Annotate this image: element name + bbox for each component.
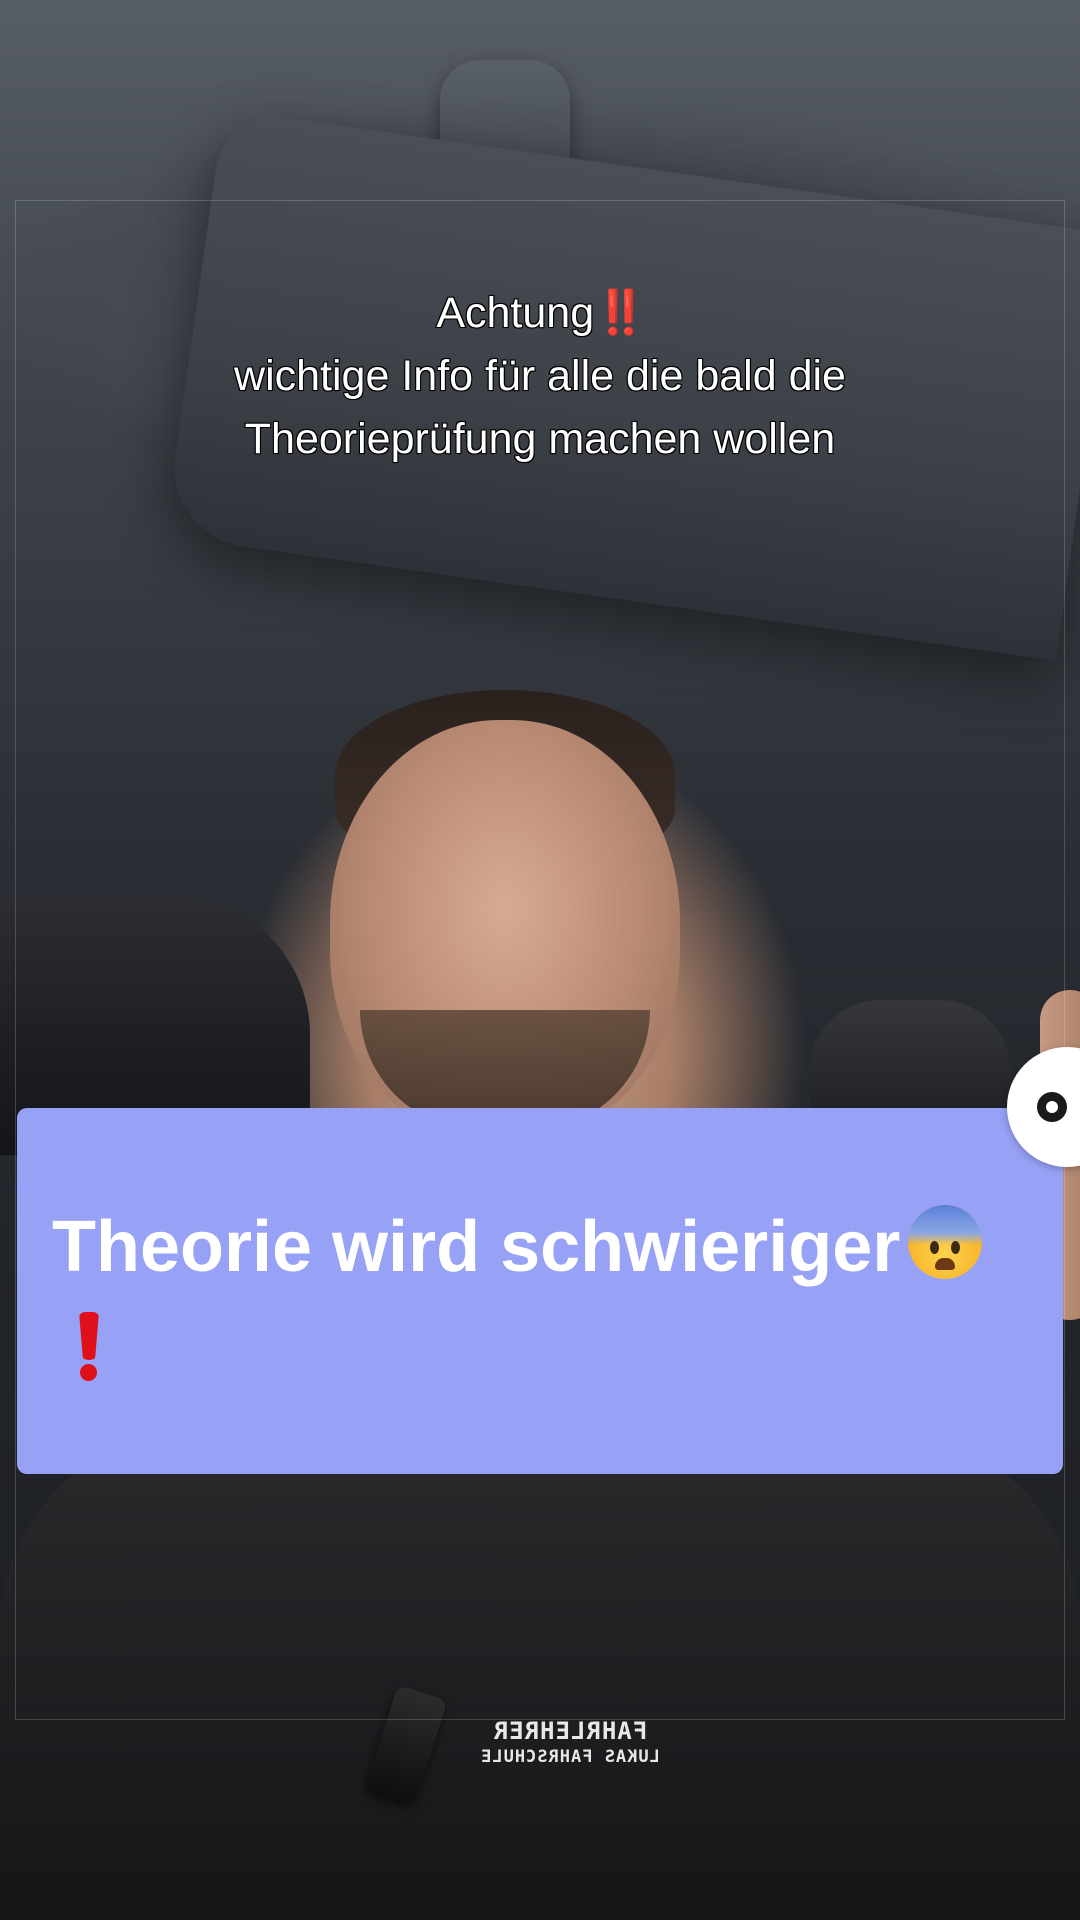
shirt-logo-line2: LUKAS FAHRSCHULE [480,1747,660,1767]
shirt-logo-line1: FAHRLEHRER [492,1717,648,1745]
person-body [0,1430,1080,1920]
exclamation-mark-icon [76,1312,102,1382]
caption-line-1-text: Achtung [435,288,595,338]
caption-line-1: Achtung‼️ [0,282,1080,345]
double-exclamation-icon: ‼️ [594,289,648,337]
fearful-face-icon [908,1205,983,1279]
caption-line-2: wichtige Info für alle die bald die [233,351,847,401]
ring-icon [1037,1092,1067,1122]
top-caption: Achtung‼️ wichtige Info für alle die bal… [0,282,1080,471]
shirt-logo: FAHRLEHRER LUKAS FAHRSCHULE [475,1717,665,1770]
overlay-title: Theorie wird schwieriger [52,1198,1042,1296]
overlay-title-text: Theorie wird schwieriger [52,1207,901,1287]
caption-line-3: Theorieprüfung machen wollen [244,414,836,464]
video-screen[interactable]: FAHRLEHRER LUKAS FAHRSCHULE Achtung‼️ wi… [0,0,1080,1920]
